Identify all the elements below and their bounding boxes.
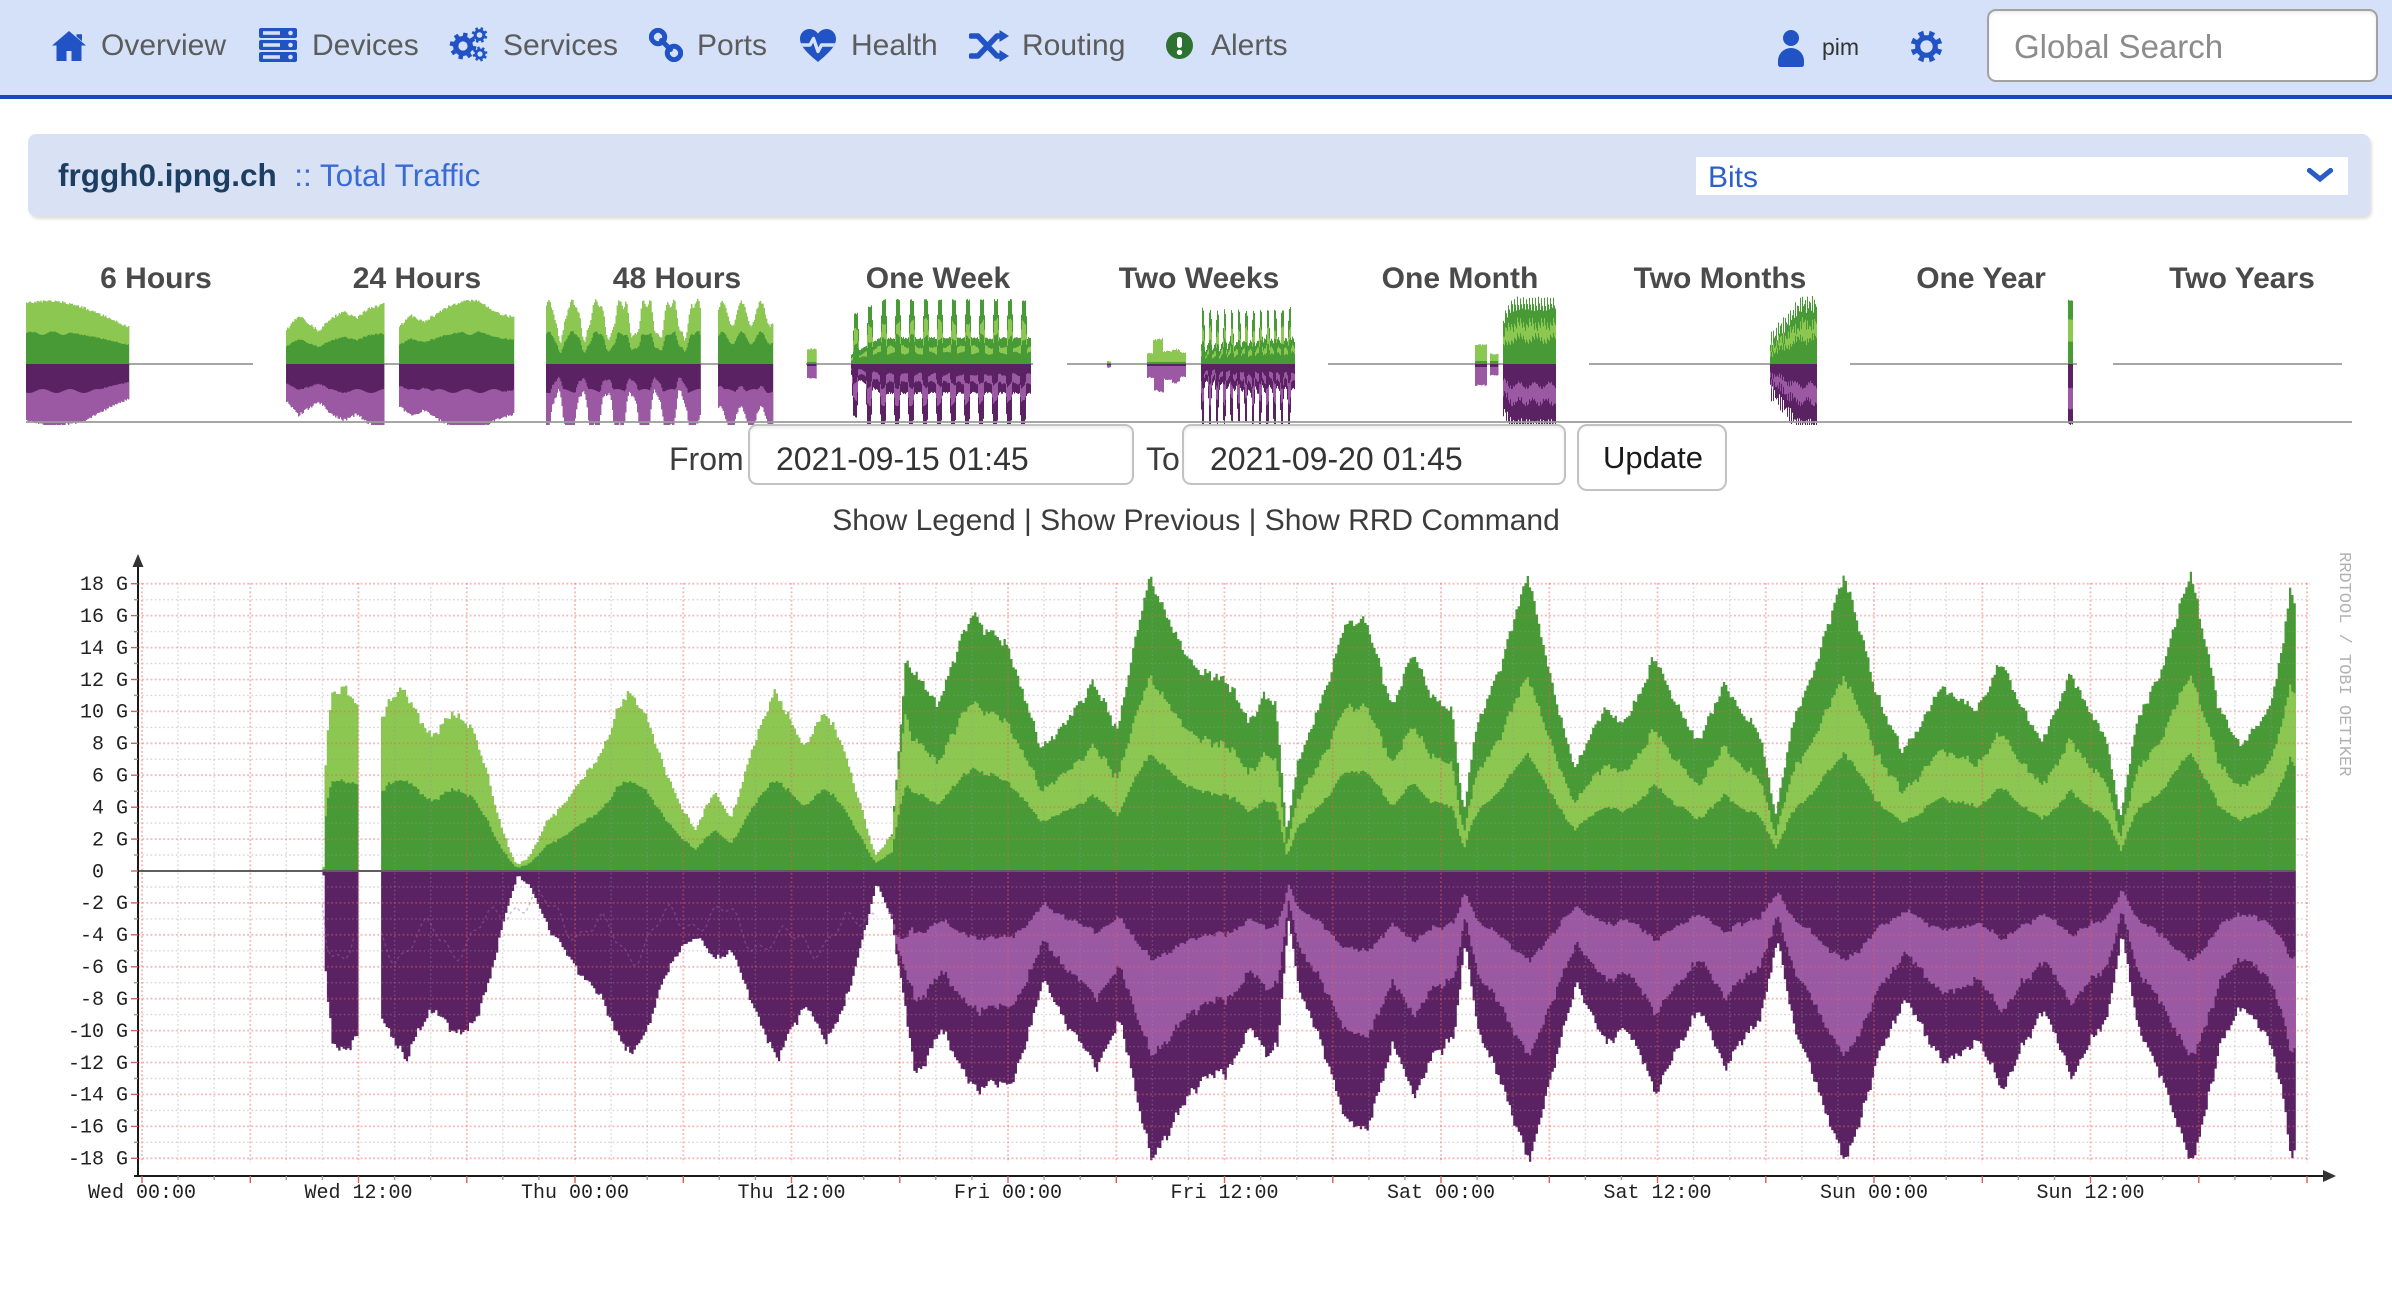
svg-text:Sun 12:00: Sun 12:00	[2036, 1182, 2144, 1205]
svg-text:Sat 00:00: Sat 00:00	[1387, 1182, 1495, 1205]
svg-text:RRDTOOL / TOBI OETIKER: RRDTOOL / TOBI OETIKER	[2334, 552, 2353, 776]
svg-text:Thu 12:00: Thu 12:00	[737, 1182, 845, 1205]
svg-text:10 G: 10 G	[80, 702, 128, 725]
svg-text:Thu 00:00: Thu 00:00	[521, 1182, 629, 1205]
svg-text:6 G: 6 G	[92, 765, 128, 788]
svg-text:14 G: 14 G	[80, 638, 128, 661]
svg-text:Wed 12:00: Wed 12:00	[304, 1182, 412, 1205]
svg-text:4 G: 4 G	[92, 797, 128, 820]
svg-text:Wed 00:00: Wed 00:00	[88, 1182, 196, 1205]
svg-text:Fri 00:00: Fri 00:00	[954, 1182, 1062, 1205]
svg-text:Sun 00:00: Sun 00:00	[1820, 1182, 1928, 1205]
svg-text:-16 G: -16 G	[68, 1117, 128, 1140]
svg-text:2 G: 2 G	[92, 829, 128, 852]
svg-text:-6 G: -6 G	[80, 957, 128, 980]
svg-text:-12 G: -12 G	[68, 1053, 128, 1076]
svg-text:-2 G: -2 G	[80, 893, 128, 916]
svg-text:Fri 12:00: Fri 12:00	[1170, 1182, 1278, 1205]
svg-text:16 G: 16 G	[80, 606, 128, 629]
svg-text:0: 0	[92, 861, 104, 884]
svg-text:-8 G: -8 G	[80, 989, 128, 1012]
svg-text:-4 G: -4 G	[80, 925, 128, 948]
svg-text:-14 G: -14 G	[68, 1085, 128, 1108]
svg-text:12 G: 12 G	[80, 670, 128, 693]
svg-text:-18 G: -18 G	[68, 1149, 128, 1172]
svg-text:8 G: 8 G	[92, 734, 128, 757]
svg-text:18 G: 18 G	[80, 574, 128, 597]
svg-text:-10 G: -10 G	[68, 1021, 128, 1044]
svg-text:Sat 12:00: Sat 12:00	[1603, 1182, 1711, 1205]
